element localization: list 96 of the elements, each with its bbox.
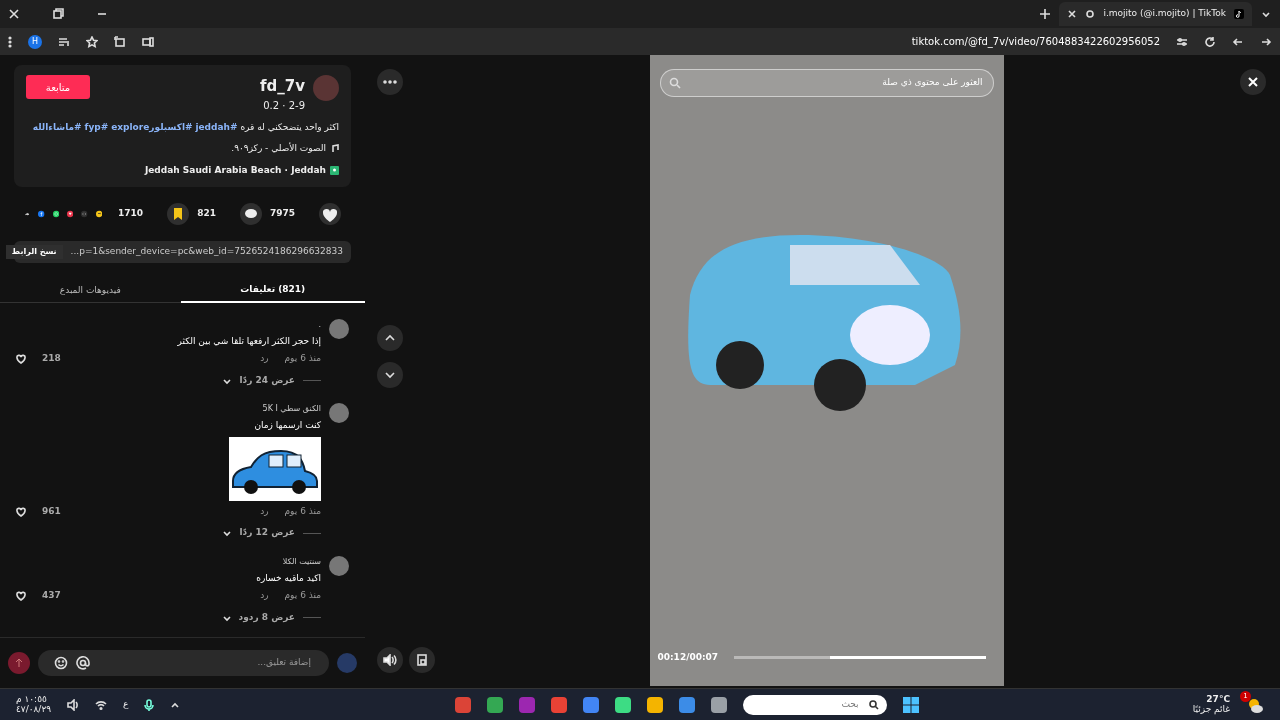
post-meta: 2-9 · 0.2	[262, 98, 305, 113]
close-icon	[1247, 76, 1259, 88]
back-icon[interactable]	[1232, 35, 1244, 48]
forward-icon[interactable]	[1260, 35, 1272, 48]
mini-player-icon	[416, 654, 428, 666]
avatar[interactable]	[329, 555, 349, 576]
heart-icon[interactable]	[16, 354, 26, 364]
comment-likes[interactable]: 961	[42, 504, 61, 519]
close-icon[interactable]	[8, 8, 20, 20]
plus-icon[interactable]	[1039, 8, 1052, 20]
windows-start-icon[interactable]	[902, 696, 919, 713]
comment-text: كنت ارسمها زمان	[253, 419, 321, 433]
share-link-field[interactable]: ...p=1&sender_device=pc&web_id=7526524186296632833	[70, 245, 343, 259]
progress-track[interactable]	[734, 655, 986, 659]
view-replies-link[interactable]: عرض 12 ردًا	[239, 526, 295, 540]
save-count: 1710	[118, 207, 144, 221]
comment-text: اكيد ماقيه خساره	[255, 571, 321, 585]
playlist-icon[interactable]	[58, 35, 70, 48]
emoji-icon[interactable]	[54, 655, 68, 670]
volume-button[interactable]	[377, 647, 403, 673]
comment-button[interactable]	[239, 203, 262, 225]
chevron-down-icon[interactable]	[222, 613, 231, 622]
sound-name[interactable]: الصوت الأصلي - ركز٩٠٩.	[231, 142, 326, 156]
follow-button[interactable]: متابعة	[26, 75, 90, 99]
tab[interactable]: فيديوهات المبدع	[0, 278, 181, 303]
at-icon[interactable]	[76, 655, 90, 670]
devices-icon[interactable]	[142, 35, 154, 48]
comment-likes[interactable]: 437	[42, 589, 61, 603]
heart-icon[interactable]	[16, 506, 26, 517]
next-video-button[interactable]	[377, 362, 403, 388]
reload-icon[interactable]	[1204, 35, 1216, 48]
comment-author[interactable]: الكنق سطي 5K I	[16, 403, 321, 416]
taskbar-search-bar[interactable]: بحث	[742, 694, 887, 715]
copy-link-button[interactable]: نسخ الرابط	[5, 244, 63, 259]
star-icon[interactable]	[86, 35, 98, 48]
comment-input[interactable]: إضافة تعليق...	[98, 655, 313, 671]
note-logo-icon	[1234, 9, 1244, 19]
chevron-down-icon	[384, 369, 396, 381]
chevron-down-icon[interactable]	[223, 376, 232, 385]
clock-time[interactable]: ١٠:٥٥ م	[16, 694, 52, 705]
speaker-icon[interactable]	[67, 698, 80, 711]
address-url[interactable]: tiktok.com/@fd_7v/video/7604883422602956052	[911, 34, 1160, 49]
comment-bar[interactable]: إضافة تعليق...	[38, 649, 329, 676]
clock-date[interactable]: ٤٧/٠٨/٢٩	[16, 704, 52, 715]
comment-time: منذ 6 يوم	[284, 352, 321, 366]
restore-icon[interactable]	[52, 8, 64, 20]
mini-player-button[interactable]	[409, 647, 435, 673]
arrow-up-icon	[14, 657, 24, 668]
taskbar-search-input[interactable]: بحث	[790, 696, 861, 713]
input-language[interactable]: ع	[123, 697, 129, 712]
video-time: 00:12/00:07	[657, 650, 719, 664]
view-replies-link[interactable]: عرض 24 ردًا	[239, 373, 295, 388]
reply-link[interactable]: رد	[260, 589, 269, 603]
reply-link[interactable]: رد	[260, 352, 269, 366]
heart-icon[interactable]	[16, 591, 26, 601]
more-button[interactable]	[377, 69, 403, 95]
close-icon[interactable]	[1067, 9, 1078, 19]
search-bar[interactable]: العثور على محتوى ذي صلة	[659, 69, 994, 97]
tab-title: i.mojito (@i.mojito) | TikTok	[1103, 7, 1226, 21]
search-input[interactable]: العثور على محتوى ذي صلة	[688, 75, 985, 91]
location[interactable]: Jeddah Saudi Arabia Beach · Jeddah	[144, 163, 326, 177]
reply-link[interactable]: رد	[260, 504, 269, 519]
comment-author[interactable]: سنتيت الكلا	[16, 555, 321, 568]
car-drawing[interactable]	[229, 436, 321, 501]
avatar[interactable]	[329, 318, 349, 339]
comment-likes[interactable]: 218	[42, 352, 61, 366]
temperature[interactable]: 27°C	[1192, 694, 1230, 705]
more-icon	[383, 80, 397, 84]
avatar	[337, 652, 357, 673]
microphone-icon[interactable]	[144, 698, 155, 711]
speaker-icon	[383, 654, 397, 666]
tune-icon[interactable]	[1176, 35, 1188, 48]
comment-count: 821	[197, 207, 216, 221]
send-button[interactable]	[8, 651, 30, 674]
browser-tab[interactable]: i.mojito (@i.mojito) | TikTok	[1059, 2, 1252, 26]
avatar[interactable]	[329, 403, 349, 424]
screenshot-icon[interactable]	[114, 35, 126, 48]
comment-time: منذ 6 يوم	[284, 504, 321, 518]
comment-text: إذا حجر الكثر ارفعها تلقا شي بين الكثر	[176, 334, 321, 349]
weather-text[interactable]: غائم جزئيًا	[1192, 704, 1230, 715]
menu-dots-icon[interactable]	[8, 35, 12, 48]
like-count: 7975	[269, 207, 295, 221]
username[interactable]: fd_7v	[260, 75, 305, 98]
comment-author[interactable]: .	[16, 318, 321, 331]
location-icon	[330, 165, 339, 175]
close-button[interactable]	[1240, 69, 1266, 95]
like-button[interactable]	[319, 203, 341, 225]
search-icon	[868, 699, 879, 710]
chevron-down-icon[interactable]	[223, 529, 232, 537]
music-icon	[330, 144, 339, 154]
save-button[interactable]	[167, 203, 190, 225]
profile-avatar[interactable]: H	[28, 34, 42, 49]
wifi-icon[interactable]	[95, 698, 108, 711]
view-replies-link[interactable]: عرض 8 ردود	[238, 610, 295, 625]
previous-video-button[interactable]	[377, 325, 403, 351]
comment-time: منذ 6 يوم	[284, 589, 321, 603]
